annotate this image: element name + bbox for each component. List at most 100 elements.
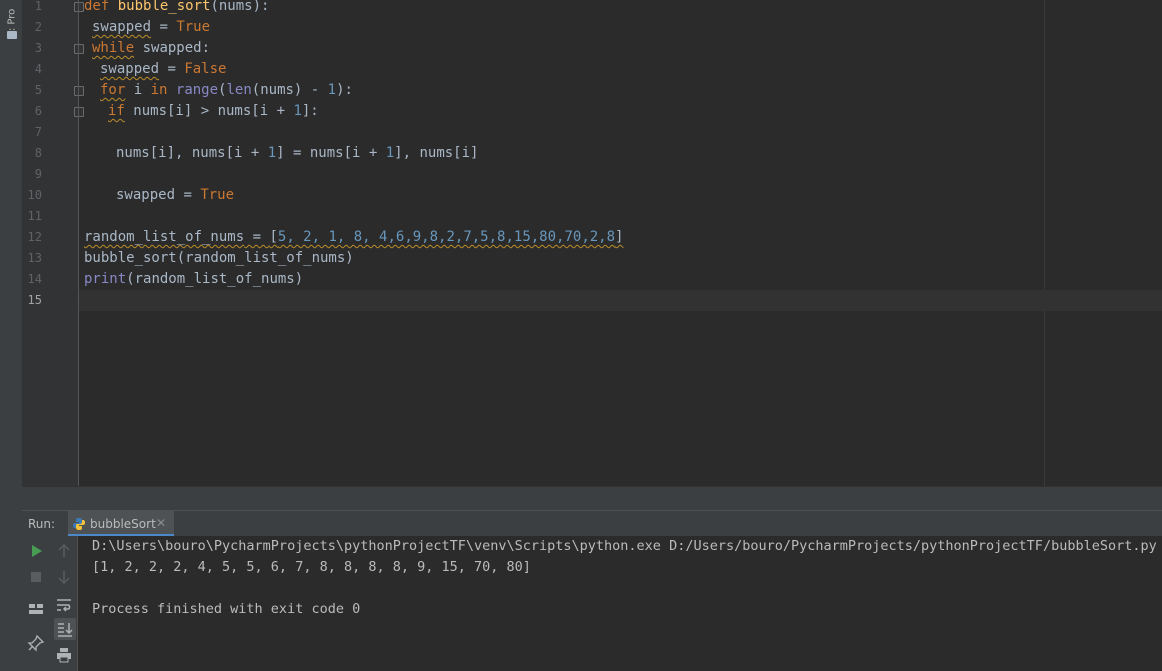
line-number-current: 15 bbox=[27, 293, 42, 307]
folder-icon bbox=[7, 31, 17, 39]
code-text: (nums): bbox=[210, 0, 270, 14]
code-line[interactable]: swapped = True bbox=[116, 185, 234, 206]
project-tool-tab[interactable]: 1: Pro bbox=[4, 0, 20, 44]
fold-marker-icon[interactable] bbox=[74, 86, 84, 96]
keyword: for bbox=[100, 82, 126, 98]
fold-marker-icon[interactable] bbox=[74, 2, 84, 12]
code-line[interactable]: def bubble_sort(nums): bbox=[84, 0, 269, 17]
gutter-divider bbox=[78, 0, 79, 486]
code-text: i bbox=[125, 82, 151, 98]
variable: swapped bbox=[92, 19, 152, 35]
code-text: ] bbox=[615, 229, 624, 245]
run-label: Run: bbox=[28, 517, 56, 531]
keyword: while bbox=[92, 40, 135, 56]
code-text: (nums) - bbox=[251, 82, 328, 98]
line-number: 10 bbox=[27, 188, 42, 202]
line-number: 14 bbox=[27, 272, 42, 286]
line-number: 7 bbox=[34, 125, 42, 139]
variable: swapped bbox=[116, 187, 176, 203]
right-margin-guide bbox=[1044, 0, 1045, 486]
keyword: def bbox=[84, 0, 110, 14]
close-tab-icon[interactable]: ✕ bbox=[156, 516, 166, 530]
line-number: 13 bbox=[27, 251, 42, 265]
code-text: ], nums[i] bbox=[394, 145, 479, 161]
console-exit-line: Process finished with exit code 0 bbox=[92, 601, 361, 617]
python-icon bbox=[73, 518, 85, 530]
line-number: 6 bbox=[34, 104, 42, 118]
fold-marker-icon[interactable] bbox=[74, 44, 84, 54]
code-text: nums[i] > nums[i + bbox=[124, 103, 294, 119]
layout-icon[interactable] bbox=[27, 600, 45, 618]
code-text: ): bbox=[336, 82, 353, 98]
code-text: [ bbox=[269, 229, 278, 245]
code-editor[interactable]: 1 2 3 4 5 6 7 8 9 10 11 12 13 14 15 def … bbox=[22, 0, 1162, 486]
number: 1 bbox=[327, 82, 337, 98]
code-text: = bbox=[151, 19, 177, 35]
fold-marker-icon[interactable] bbox=[74, 107, 84, 117]
run-tab-bubblesort[interactable]: bubbleSort ✕ bbox=[68, 511, 174, 537]
code-line[interactable]: random_list_of_nums = [5, 2, 1, 8, 4,6,9… bbox=[84, 227, 623, 248]
code-text: (random_list_of_nums) bbox=[126, 271, 304, 287]
variable: swapped bbox=[100, 61, 160, 77]
scroll-to-end-toggle[interactable] bbox=[54, 618, 76, 640]
code-text: swapped: bbox=[134, 40, 211, 56]
code-line[interactable]: bubble_sort(random_list_of_nums) bbox=[84, 248, 354, 269]
code-text: = bbox=[244, 229, 270, 245]
line-number: 5 bbox=[34, 83, 42, 97]
keyword: True bbox=[200, 187, 235, 203]
line-number: 12 bbox=[27, 230, 42, 244]
line-number: 9 bbox=[34, 167, 42, 181]
scroll-to-end-icon bbox=[58, 623, 73, 637]
line-number: 2 bbox=[34, 20, 42, 34]
code-text: ]: bbox=[301, 103, 319, 119]
run-tool-window-header: Run: bubbleSort ✕ bbox=[22, 510, 1162, 537]
keyword: False bbox=[184, 61, 227, 77]
builtin: range bbox=[175, 82, 219, 98]
number: 1 bbox=[293, 103, 302, 119]
line-number: 4 bbox=[34, 62, 42, 76]
code-line[interactable]: if nums[i] > nums[i + 1]: bbox=[108, 101, 319, 122]
code-text: bubble_sort(random_list_of_nums) bbox=[84, 250, 354, 266]
run-tab-label: bubbleSort bbox=[90, 517, 156, 531]
soft-wrap-icon[interactable] bbox=[55, 596, 73, 614]
variable: random_list_of_nums bbox=[84, 229, 245, 245]
code-line[interactable]: swapped = True bbox=[92, 17, 210, 38]
keyword: in bbox=[150, 82, 168, 98]
console-output-line: [1, 2, 2, 2, 4, 5, 5, 6, 7, 8, 8, 8, 8, … bbox=[92, 559, 531, 575]
console-command-line: D:\Users\bouro\PycharmProjects\pythonPro… bbox=[92, 538, 1157, 554]
arrow-down-icon[interactable] bbox=[55, 568, 73, 586]
line-number: 8 bbox=[34, 146, 42, 160]
number-list: 5, 2, 1, 8, 4,6,9,8,2,7,5,8,15,80,70,2,8 bbox=[277, 229, 616, 245]
function-name: bubble_sort bbox=[117, 0, 211, 14]
rerun-icon[interactable] bbox=[27, 542, 45, 560]
code-line[interactable]: for i in range(len(nums) - 1): bbox=[100, 80, 353, 101]
panel-splitter[interactable] bbox=[22, 486, 1162, 511]
line-number: 3 bbox=[34, 41, 42, 55]
builtin: len bbox=[226, 82, 252, 98]
run-toolbar bbox=[22, 536, 78, 671]
left-tool-strip: 1: Pro bbox=[0, 0, 23, 671]
code-line[interactable]: print(random_list_of_nums) bbox=[84, 269, 303, 290]
number: 1 bbox=[385, 145, 395, 161]
code-line[interactable]: while swapped: bbox=[92, 38, 210, 59]
code-text: nums[i], nums[i + bbox=[116, 145, 268, 161]
keyword: if bbox=[108, 103, 125, 119]
line-number: 11 bbox=[27, 209, 42, 223]
code-line[interactable]: nums[i], nums[i + 1] = nums[i + 1], nums… bbox=[116, 143, 478, 164]
caret-row-highlight bbox=[79, 290, 1162, 311]
code-text: = bbox=[159, 61, 185, 77]
stop-icon[interactable] bbox=[27, 568, 45, 586]
line-number: 1 bbox=[34, 0, 42, 13]
arrow-up-icon[interactable] bbox=[55, 542, 73, 560]
pin-icon[interactable] bbox=[27, 634, 45, 652]
print-icon[interactable] bbox=[55, 646, 73, 664]
code-text: ] = nums[i + bbox=[276, 145, 386, 161]
code-text: = bbox=[175, 187, 201, 203]
line-number-gutter: 1 2 3 4 5 6 7 8 9 10 11 12 13 14 15 bbox=[22, 0, 78, 486]
builtin: print bbox=[84, 271, 127, 287]
code-line[interactable]: swapped = False bbox=[100, 59, 226, 80]
number: 1 bbox=[267, 145, 277, 161]
keyword: True bbox=[176, 19, 211, 35]
run-console[interactable]: D:\Users\bouro\PycharmProjects\pythonPro… bbox=[78, 536, 1162, 671]
